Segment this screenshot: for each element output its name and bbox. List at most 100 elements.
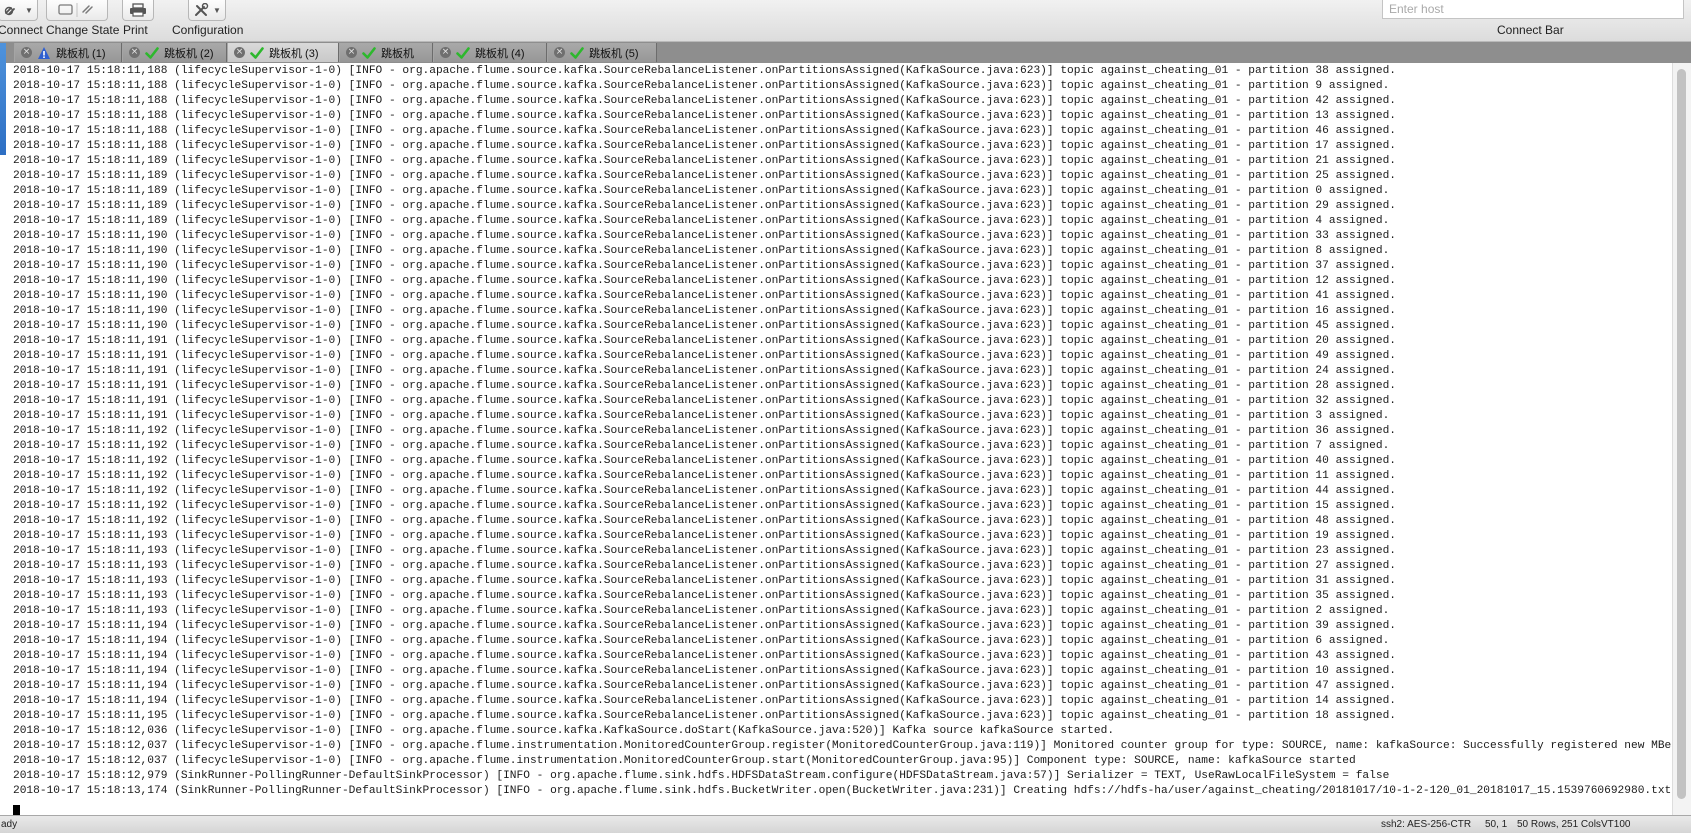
link-icon [4,6,15,16]
terminal-line: 2018-10-17 15:18:11,190 (lifecycleSuperv… [13,260,1396,272]
tab-label: 跳板机 [381,47,414,60]
terminal-line: 2018-10-17 15:18:11,194 (lifecycleSuperv… [13,650,1396,662]
terminal-line: 2018-10-17 15:18:11,194 (lifecycleSuperv… [13,695,1396,707]
terminal-line: 2018-10-17 15:18:11,190 (lifecycleSuperv… [13,245,1390,257]
connection-state: ady [1,819,18,830]
terminal-line: 2018-10-17 15:18:11,189 (lifecycleSuperv… [13,170,1396,182]
terminal-line: 2018-10-17 15:18:12,037 (lifecycleSuperv… [13,755,1356,767]
terminal-line: 2018-10-17 15:18:11,194 (lifecycleSuperv… [13,680,1396,692]
terminal-line: 2018-10-17 15:18:11,192 (lifecycleSuperv… [13,455,1396,467]
terminal-line: 2018-10-17 15:18:11,195 (lifecycleSuperv… [13,710,1396,722]
scrollbar-thumb[interactable] [1677,69,1686,799]
close-tab-icon[interactable]: × [234,47,245,58]
terminal-line: 2018-10-17 15:18:11,192 (lifecycleSuperv… [13,470,1396,482]
change-state-label: Change State [46,23,120,37]
terminal-line: 2018-10-17 15:18:11,194 (lifecycleSuperv… [13,620,1396,632]
terminal-cursor [13,805,20,815]
terminal-line: 2018-10-17 15:18:13,174 (SinkRunner-Poll… [13,785,1672,797]
terminal-line: 2018-10-17 15:18:11,191 (lifecycleSuperv… [13,335,1396,347]
terminal-line: 2018-10-17 15:18:11,189 (lifecycleSuperv… [13,155,1396,167]
terminal-line: 2018-10-17 15:18:11,194 (lifecycleSuperv… [13,665,1396,677]
checkmark-icon [145,46,159,59]
connect-button[interactable]: ▼ Connect [0,0,43,41]
terminal-line: 2018-10-17 15:18:11,192 (lifecycleSuperv… [13,425,1396,437]
terminal-line: 2018-10-17 15:18:11,191 (lifecycleSuperv… [13,410,1390,422]
configuration-button[interactable]: ▼ Configuration [172,0,248,41]
tab-label: 跳板机 (2) [164,47,214,60]
terminal-line: 2018-10-17 15:18:11,194 (lifecycleSuperv… [13,635,1390,647]
terminal-line: 2018-10-17 15:18:11,190 (lifecycleSuperv… [13,305,1396,317]
checkmark-icon [362,46,376,59]
tab-label: 跳板机 (3) [269,47,319,60]
change-state-icon [58,3,93,17]
session-tab-bar: × 跳板机 (1) × 跳板机 (2) × 跳板机 (3) × 跳板机 × 跳板… [0,42,1691,64]
terminal-lines: 2018-10-17 15:18:11,188 (lifecycleSuperv… [13,64,1672,799]
dropdown-arrow-icon: ▼ [213,5,221,15]
warning-icon [38,46,50,59]
terminal-line: 2018-10-17 15:18:11,192 (lifecycleSuperv… [13,485,1396,497]
terminal-emulation: VT100 [1601,819,1631,830]
terminal-line: 2018-10-17 15:18:11,188 (lifecycleSuperv… [13,95,1396,107]
tab-session-1[interactable]: × 跳板机 (1) [14,43,122,62]
terminal-output[interactable]: 2018-10-17 15:18:11,188 (lifecycleSuperv… [6,63,1672,815]
tab-session-2[interactable]: × 跳板机 (2) [122,43,227,62]
terminal-line: 2018-10-17 15:18:11,193 (lifecycleSuperv… [13,590,1396,602]
terminal-line: 2018-10-17 15:18:11,193 (lifecycleSuperv… [13,575,1396,587]
connect-label: Connect [0,23,43,37]
tab-session-5[interactable]: × 跳板机 (4) [433,43,547,62]
close-tab-icon[interactable]: × [129,47,140,58]
terminal-size: 50 Rows, 251 Cols [1517,819,1601,830]
tab-label: 跳板机 (5) [589,47,639,60]
print-button[interactable]: Print [122,0,154,41]
dropdown-arrow-icon: ▼ [25,5,33,15]
checkmark-icon [570,46,584,59]
terminal-line: 2018-10-17 15:18:11,188 (lifecycleSuperv… [13,65,1396,77]
terminal-line: 2018-10-17 15:18:11,190 (lifecycleSuperv… [13,320,1396,332]
terminal-line: 2018-10-17 15:18:11,190 (lifecycleSuperv… [13,275,1396,287]
checkmark-icon [250,46,264,59]
terminal-line: 2018-10-17 15:18:11,188 (lifecycleSuperv… [13,125,1396,137]
configuration-label: Configuration [172,23,244,37]
tab-session-4[interactable]: × 跳板机 [339,43,433,62]
terminal-line: 2018-10-17 15:18:12,979 (SinkRunner-Poll… [13,770,1390,782]
terminal-line: 2018-10-17 15:18:11,190 (lifecycleSuperv… [13,230,1396,242]
print-label: Print [123,23,148,37]
toolbar: ▼ Connect Change State Print ▼ Configura… [0,0,1691,42]
close-tab-icon[interactable]: × [554,47,565,58]
terminal-line: 2018-10-17 15:18:11,191 (lifecycleSuperv… [13,365,1396,377]
terminal-line: 2018-10-17 15:18:11,188 (lifecycleSuperv… [13,80,1390,92]
terminal-line: 2018-10-17 15:18:11,188 (lifecycleSuperv… [13,110,1396,122]
terminal-line: 2018-10-17 15:18:11,189 (lifecycleSuperv… [13,185,1390,197]
vertical-scrollbar[interactable] [1672,63,1691,815]
terminal-line: 2018-10-17 15:18:11,189 (lifecycleSuperv… [13,215,1390,227]
change-state-button[interactable]: Change State [44,0,119,41]
cipher-info: ssh2: AES-256-CTR [1381,819,1472,830]
tab-session-6[interactable]: × 跳板机 (5) [547,43,657,62]
tools-icon [195,3,209,16]
terminal-line: 2018-10-17 15:18:11,191 (lifecycleSuperv… [13,350,1396,362]
terminal-line: 2018-10-17 15:18:11,190 (lifecycleSuperv… [13,290,1396,302]
terminal-line: 2018-10-17 15:18:11,192 (lifecycleSuperv… [13,440,1390,452]
checkmark-icon [456,46,470,59]
printer-icon [130,3,146,17]
status-bar: ady ssh2: AES-256-CTR 50, 1 50 Rows, 251… [0,815,1691,833]
terminal-line: 2018-10-17 15:18:11,191 (lifecycleSuperv… [13,380,1396,392]
connect-bar-label: Connect Bar [1497,23,1564,37]
close-tab-icon[interactable]: × [440,47,451,58]
cursor-position: 50, 1 [1485,819,1508,830]
tab-label: 跳板机 (1) [56,47,106,60]
terminal-line: 2018-10-17 15:18:11,193 (lifecycleSuperv… [13,545,1396,557]
terminal-line: 2018-10-17 15:18:12,037 (lifecycleSuperv… [13,740,1672,752]
tab-label: 跳板机 (4) [475,47,525,60]
terminal-line: 2018-10-17 15:18:11,193 (lifecycleSuperv… [13,605,1390,617]
tab-session-3[interactable]: × 跳板机 (3) [227,43,339,62]
close-tab-icon[interactable]: × [346,47,357,58]
terminal-line: 2018-10-17 15:18:11,192 (lifecycleSuperv… [13,500,1396,512]
host-input[interactable] [1382,0,1684,19]
terminal-line: 2018-10-17 15:18:11,191 (lifecycleSuperv… [13,395,1396,407]
terminal-line: 2018-10-17 15:18:11,193 (lifecycleSuperv… [13,530,1396,542]
terminal-line: 2018-10-17 15:18:11,192 (lifecycleSuperv… [13,515,1396,527]
terminal-line: 2018-10-17 15:18:11,188 (lifecycleSuperv… [13,140,1396,152]
terminal-line: 2018-10-17 15:18:12,036 (lifecycleSuperv… [13,725,1115,737]
close-tab-icon[interactable]: × [21,47,32,58]
